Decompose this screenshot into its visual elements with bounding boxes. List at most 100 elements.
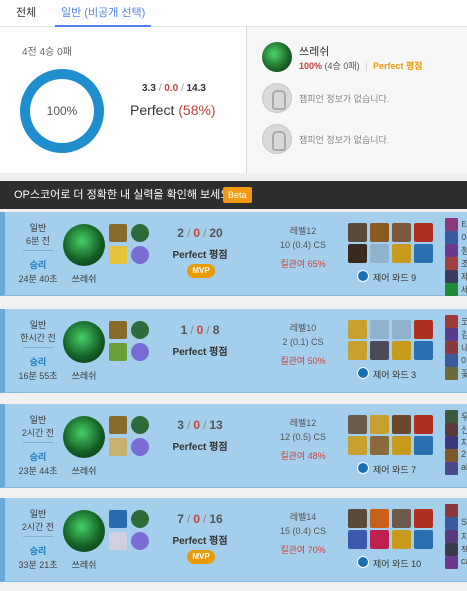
- beta-badge: Beta: [223, 187, 252, 203]
- champion-stats: 100% (4승 0패) | Perfect 평점: [299, 59, 423, 72]
- player-name[interactable]: 코: [461, 315, 467, 328]
- player-name[interactable]: 신: [461, 423, 467, 436]
- match-row[interactable]: 일반 6분 전 승리 24분 40초 쓰레쉬 2/0/20 Perfect 평점…: [0, 212, 467, 296]
- player-name[interactable]: 자: [461, 530, 467, 543]
- item-icon[interactable]: [348, 320, 367, 339]
- summoner-spell-icon: [109, 246, 127, 264]
- time-ago: 2시간 전: [21, 428, 55, 438]
- tab-all[interactable]: 전체: [16, 0, 36, 27]
- item-icon[interactable]: [414, 436, 433, 455]
- divider: [23, 536, 53, 537]
- player-name[interactable]: St: [461, 517, 467, 527]
- champion-level: 레벨12: [289, 418, 317, 428]
- item-icon[interactable]: [414, 509, 433, 528]
- match-row[interactable]: 일반 2시간 전 승리 23분 44초 쓰레쉬 3/0/13 Perfect 평…: [0, 404, 467, 488]
- player-name[interactable]: ca: [461, 556, 467, 566]
- item-icon[interactable]: [414, 530, 433, 549]
- player-name[interactable]: 2: [461, 449, 467, 459]
- empty-item-slot[interactable]: [370, 320, 389, 339]
- champion-grade: Perfect 평점: [373, 61, 423, 71]
- kill-participation: 킬관여 70%: [280, 545, 326, 555]
- player-name[interactable]: 야: [461, 354, 467, 367]
- player-name[interactable]: al: [461, 462, 467, 472]
- player-champion-icon: [445, 341, 458, 354]
- item-icon[interactable]: [414, 320, 433, 339]
- champion-portrait[interactable]: [63, 224, 105, 266]
- keystone-rune-icon: [131, 321, 149, 339]
- no-champion-info: 챔피언 정보가 없습니다.: [299, 135, 390, 145]
- player-name[interactable]: 우: [461, 410, 467, 423]
- player-name[interactable]: 정: [461, 244, 467, 257]
- item-icon[interactable]: [370, 223, 389, 242]
- item-icon[interactable]: [392, 415, 411, 434]
- item-icon[interactable]: [348, 530, 367, 549]
- empty-item-slot[interactable]: [370, 244, 389, 263]
- player-name[interactable]: 티: [461, 218, 467, 231]
- item-icon[interactable]: [392, 436, 411, 455]
- deaths: 0: [193, 418, 200, 432]
- item-icon[interactable]: [392, 341, 411, 360]
- player-champion-icon: [445, 270, 458, 283]
- player-name[interactable]: 제: [461, 270, 467, 283]
- item-icon[interactable]: [370, 415, 389, 434]
- item-icon[interactable]: [414, 223, 433, 242]
- champion-name: 쓰레쉬: [71, 274, 97, 284]
- item-icon[interactable]: [370, 341, 389, 360]
- item-icon[interactable]: [392, 509, 411, 528]
- player-name[interactable]: 내: [461, 341, 467, 354]
- player-champion-icon: [445, 423, 458, 436]
- game-type: 일반: [29, 509, 47, 519]
- creep-score: 12 (0.5) CS: [279, 432, 327, 442]
- player-name[interactable]: 잭: [461, 543, 467, 556]
- player-name[interactable]: 조: [461, 257, 467, 270]
- kills: 1: [180, 323, 188, 337]
- item-icon[interactable]: [348, 244, 367, 263]
- item-icon[interactable]: [414, 341, 433, 360]
- player-name[interactable]: 세: [461, 283, 467, 296]
- op-score-banner[interactable]: OP스코어로 더 정확한 내 실력을 확인해 보세요 Beta: [0, 181, 467, 209]
- item-icon[interactable]: [392, 223, 411, 242]
- kills: 3: [177, 418, 184, 432]
- kills: 7: [177, 512, 184, 526]
- player-champion-icon: [445, 244, 458, 257]
- kda: 3/0/13: [177, 418, 223, 432]
- item-icon[interactable]: [392, 530, 411, 549]
- item-icon[interactable]: [370, 530, 389, 549]
- deaths: 0: [193, 512, 200, 526]
- player-name[interactable]: 자: [461, 436, 467, 449]
- match-row[interactable]: 일반 2시간 전 승리 33분 21초 쓰레쉬 7/0/16 Perfect 평…: [0, 498, 467, 582]
- player-champion-icon: [445, 410, 458, 423]
- item-icon[interactable]: [370, 436, 389, 455]
- kda-grade: Perfect 평점: [172, 250, 228, 261]
- most-played-champions: 쓰레쉬 100% (4승 0패) | Perfect 평점 챔피언 정보가 없습…: [248, 27, 467, 173]
- item-icon[interactable]: [348, 436, 367, 455]
- game-type: 일반: [29, 415, 47, 425]
- item-icon[interactable]: [348, 415, 367, 434]
- item-icon[interactable]: [414, 244, 433, 263]
- item-icon[interactable]: [348, 223, 367, 242]
- assists: 20: [209, 226, 223, 240]
- champion-portrait[interactable]: [63, 510, 105, 552]
- champion-winrate: 100%: [299, 61, 323, 71]
- item-icon[interactable]: [414, 415, 433, 434]
- secondary-rune-icon: [131, 343, 149, 361]
- item-icon[interactable]: [348, 509, 367, 528]
- game-duration: 24분 40초: [18, 274, 58, 284]
- team-players: 코김내야꽃: [445, 309, 467, 393]
- tab-normal-private[interactable]: 일반 (비공개 선택): [55, 0, 152, 27]
- item-icon[interactable]: [392, 244, 411, 263]
- player-champion-icon: [445, 354, 458, 367]
- match-row[interactable]: 일반 한시간 전 승리 16분 55초 쓰레쉬 1/0/8 Perfect 평점…: [0, 309, 467, 393]
- item-icon[interactable]: [348, 341, 367, 360]
- empty-item-slot[interactable]: [392, 320, 411, 339]
- player-name[interactable]: 꽃: [461, 367, 467, 380]
- item-icon[interactable]: [370, 509, 389, 528]
- champion-portrait[interactable]: [63, 416, 105, 458]
- empty-champion-icon: [262, 83, 292, 113]
- champion-portrait[interactable]: [63, 321, 105, 363]
- player-name[interactable]: 이: [461, 231, 467, 244]
- perfect-label: Perfect: [130, 102, 175, 118]
- divider: [23, 250, 53, 251]
- player-name[interactable]: 김: [461, 328, 467, 341]
- player-champion-icon: [445, 328, 458, 341]
